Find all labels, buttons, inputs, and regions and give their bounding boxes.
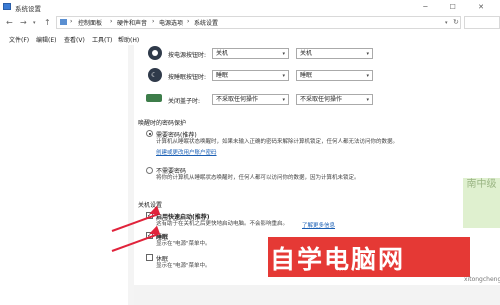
menu-help[interactable]: 帮助(H) xyxy=(118,35,139,44)
side-tab[interactable]: 南中级 xyxy=(463,178,500,228)
chevron-down-icon: ▾ xyxy=(366,73,369,79)
no-password-desc: 将你的计算机从睡眠状态唤醒时，任何人都可以访问你的数据，因为计算机未锁定。 xyxy=(156,175,360,181)
change-password-link[interactable]: 创建或更改用户账户密码 xyxy=(156,148,217,156)
watermark-logo: xitongcheng xyxy=(464,276,500,283)
bottom-bar xyxy=(134,285,500,305)
control-panel-icon xyxy=(60,19,67,25)
menu-file[interactable]: 文件(F) xyxy=(9,35,29,44)
menu-tools[interactable]: 工具(T) xyxy=(92,35,112,44)
learn-more-link[interactable]: 了解更多信息 xyxy=(302,221,335,229)
breadcrumb-separator: › xyxy=(110,18,113,25)
select-value: 睡眠 xyxy=(300,72,313,79)
history-chevron-icon[interactable]: ▾ xyxy=(33,20,36,26)
hibernate-label: 休眠 xyxy=(156,256,169,263)
select-value: 睡眠 xyxy=(216,72,229,79)
window-title: 系统设置 xyxy=(15,5,41,13)
lid-close-plugged-select[interactable]: 不采取任何操作 ▾ xyxy=(296,94,373,105)
navigation-pane xyxy=(0,45,128,305)
power-icon xyxy=(148,46,162,60)
chevron-down-icon: ▾ xyxy=(282,73,285,79)
watermark-url: www.zixs.com xyxy=(326,268,398,278)
search-input[interactable] xyxy=(464,16,500,29)
breadcrumb-power-options[interactable]: 电源选项 xyxy=(159,18,183,27)
up-arrow-icon[interactable]: ↑ xyxy=(44,18,51,27)
forward-arrow-icon[interactable]: → xyxy=(20,18,27,27)
pane-scrollbar[interactable] xyxy=(128,45,134,305)
refresh-icon[interactable]: ↻ xyxy=(453,18,459,26)
select-value: 不采取任何操作 xyxy=(216,96,259,103)
sleep-button-battery-select[interactable]: 睡眠 ▾ xyxy=(212,70,289,81)
hibernate-desc: 显示在"电源"菜单中。 xyxy=(156,263,211,269)
menu-edit[interactable]: 编辑(E) xyxy=(36,35,56,44)
laptop-lid-icon xyxy=(146,94,162,102)
sleep-icon: ☾ xyxy=(148,68,162,82)
sleep-button-label: 按睡眠按钮时: xyxy=(168,74,207,81)
chevron-down-icon: ▾ xyxy=(282,97,285,103)
chevron-down-icon: ▾ xyxy=(366,97,369,103)
no-password-label: 不需要密码 xyxy=(156,168,187,175)
sleep-button-plugged-select[interactable]: 睡眠 ▾ xyxy=(296,70,373,81)
chevron-down-icon: ▾ xyxy=(366,51,369,57)
breadcrumb-control-panel[interactable]: 控制面板 xyxy=(78,18,102,27)
require-password-radio[interactable] xyxy=(146,130,153,137)
lid-close-battery-select[interactable]: 不采取任何操作 ▾ xyxy=(212,94,289,105)
breadcrumb-separator: › xyxy=(70,18,73,25)
require-password-label: 需要密码(推荐) xyxy=(156,132,197,139)
select-value: 关机 xyxy=(300,50,313,57)
power-button-plugged-select[interactable]: 关机 ▾ xyxy=(296,48,373,59)
lid-close-label: 关闭盖子时: xyxy=(168,98,201,105)
breadcrumb-separator: › xyxy=(187,18,190,25)
hibernate-checkbox[interactable] xyxy=(146,254,153,261)
select-value: 不采取任何操作 xyxy=(300,96,343,103)
select-value: 关机 xyxy=(216,50,229,57)
breadcrumb-separator: › xyxy=(152,18,155,25)
menu-view[interactable]: 查看(V) xyxy=(64,35,85,44)
sleep-option-desc: 显示在"电源"菜单中。 xyxy=(156,241,211,247)
password-section-title: 唤醒时的密码保护 xyxy=(138,120,187,127)
fast-startup-desc: 这有助于在关机之后更快地启动电脑。不会影响重启。 xyxy=(156,221,289,227)
breadcrumb-system-settings[interactable]: 系统设置 xyxy=(194,18,218,27)
window-controls[interactable]: ─ ☐ ✕ xyxy=(423,3,494,11)
address-dropdown-icon[interactable]: ▾ xyxy=(445,20,448,26)
no-password-radio[interactable] xyxy=(146,167,153,174)
window-icon xyxy=(3,3,11,10)
breadcrumb-hardware-sound[interactable]: 硬件和声音 xyxy=(117,18,147,27)
power-button-battery-select[interactable]: 关机 ▾ xyxy=(212,48,289,59)
back-arrow-icon[interactable]: ← xyxy=(6,18,13,27)
require-password-desc: 计算机从睡眠状态唤醒时，如果未输入正确的密码来解除计算机锁定，任何人都无法访问你… xyxy=(156,139,399,145)
power-button-label: 按电源按钮时: xyxy=(168,52,207,59)
fast-startup-label: 启用快速启动(推荐) xyxy=(156,214,210,221)
chevron-down-icon: ▾ xyxy=(282,51,285,57)
